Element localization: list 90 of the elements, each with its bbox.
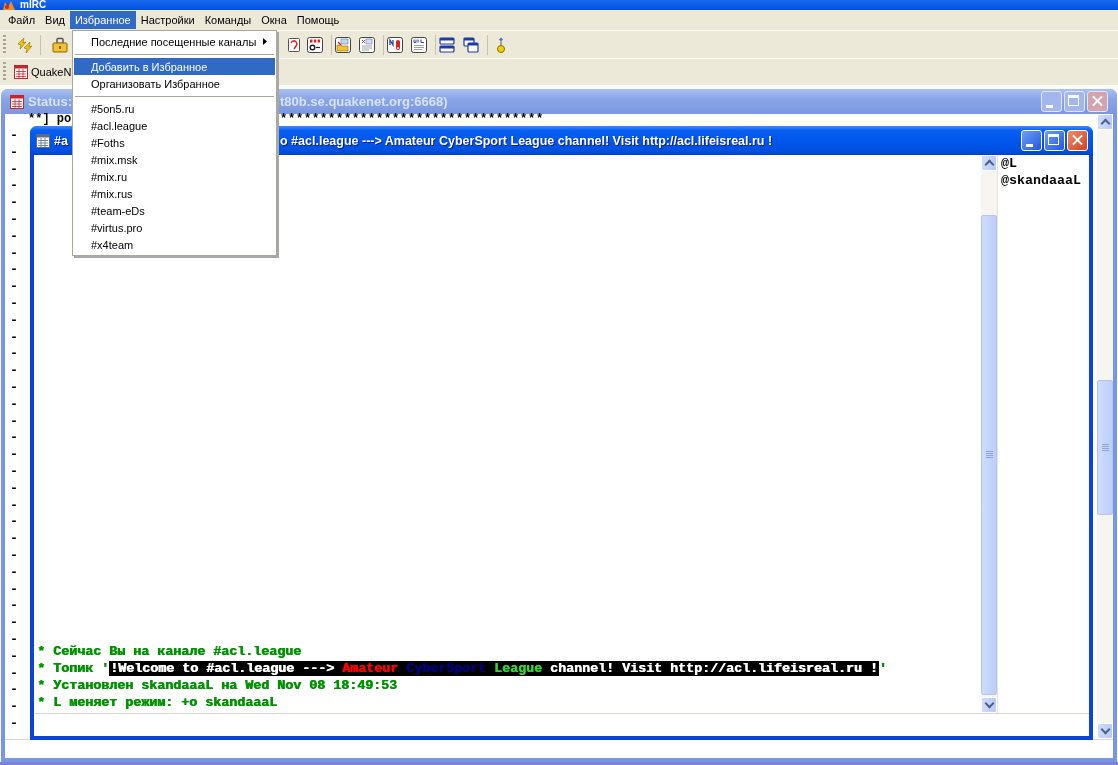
log-line: - — [10, 329, 18, 345]
menu-item[interactable]: Настройки — [135, 11, 200, 29]
menu-option[interactable]: #x4team — [74, 236, 275, 253]
cascade-icon[interactable] — [463, 36, 479, 53]
window-title: o #acl.league ---> Amateur CyberSport League channel! Visit http://acl.lifeisreal.ru ! — [280, 133, 773, 148]
message-line: * L меняет режим: +o skandaaaL — [37, 694, 277, 711]
message-line: * Сейчас Вы на канале #acl.league — [37, 643, 301, 660]
menu-option[interactable]: Добавить в Избранное — [74, 58, 275, 75]
log-line: - — [10, 212, 18, 227]
menu-option[interactable]: Организовать Избранное — [74, 75, 275, 92]
window-title: Status: — [28, 94, 73, 109]
grid-icon — [14, 65, 28, 79]
log-line: - — [10, 396, 18, 412]
scroll-down-button[interactable] — [981, 697, 997, 713]
log-line: - — [10, 279, 18, 295]
log-line: - — [10, 648, 18, 664]
log-line: - — [10, 699, 18, 715]
disc-card-icon[interactable] — [307, 36, 323, 53]
log-line: - — [10, 312, 18, 328]
message-line: * Установлен skandaaaL на Wed Nov 08 18:49:53 — [37, 677, 397, 694]
alert-card-icon[interactable] — [387, 36, 403, 53]
log-line: - — [10, 379, 18, 395]
card-icon[interactable] — [288, 36, 300, 53]
menu-item[interactable]: Файл — [3, 11, 41, 29]
menu-option[interactable]: #virtus.pro — [74, 219, 275, 236]
log-line: - — [10, 547, 18, 563]
log-line: - — [10, 161, 18, 177]
menu-option[interactable]: #mix.msk — [74, 151, 275, 168]
log-line: - — [10, 363, 18, 379]
log-line: - — [10, 128, 18, 143]
log-line: - — [10, 295, 18, 311]
toolbar-grip[interactable] — [3, 34, 6, 55]
log-line: - — [10, 245, 18, 261]
log-line: - — [10, 480, 18, 496]
log-line: - — [10, 195, 18, 211]
window-tab[interactable]: QuakeN — [10, 61, 72, 83]
log-line: - — [10, 262, 18, 278]
window-title: t80b.se.quakenet.org:6668) — [280, 94, 448, 109]
nick-item[interactable]: @skandaaaL — [1001, 172, 1081, 189]
link-card-icon[interactable] — [411, 36, 427, 53]
log-line: - — [10, 497, 18, 513]
input-field[interactable] — [34, 713, 1089, 736]
log-line: - — [10, 413, 18, 429]
log-line: - — [10, 346, 18, 362]
log-line: - — [10, 715, 18, 731]
log-line: - — [10, 228, 18, 244]
log-line: - — [10, 598, 18, 614]
message-line: * Топик '!Welcome to #acl.league ---> Amateur CyberSport League channel! Visit http://acl.lifeisreal.ru !' — [37, 660, 887, 677]
scroll-up-button[interactable] — [981, 155, 997, 171]
submenu-arrow-icon — [263, 38, 267, 45]
menu-item[interactable]: Окна — [256, 11, 292, 29]
grid-icon — [36, 133, 50, 148]
menu-item[interactable]: Избранное — [69, 11, 136, 29]
menu-option[interactable]: #Foths — [74, 134, 275, 151]
log-line: - — [10, 178, 18, 194]
log-line: - — [10, 631, 18, 647]
menu-option[interactable]: #acl.league — [74, 117, 275, 134]
nick-item[interactable]: @L — [1001, 155, 1017, 172]
menu-option[interactable]: #team-eDs — [74, 202, 275, 219]
log-line: - — [10, 615, 18, 631]
toolbar-grip[interactable] — [3, 62, 6, 82]
log-line: - — [10, 144, 18, 160]
tile-icon[interactable] — [439, 36, 455, 53]
log-line: **] ро — [28, 112, 72, 126]
menu-option[interactable]: #mix.rus — [74, 185, 275, 202]
menu-option[interactable]: #mix.ru — [74, 168, 275, 185]
menu-item[interactable]: Команды — [199, 11, 257, 29]
folder-card-icon[interactable] — [335, 36, 351, 53]
window-title: mIRC — [20, 0, 47, 10]
log-line: - — [10, 564, 18, 580]
menu-option[interactable]: #5on5.ru — [74, 100, 275, 117]
menu-item[interactable]: Помощь — [291, 11, 345, 29]
grid-icon — [10, 94, 24, 109]
app-icon — [2, 0, 16, 10]
padlock-icon[interactable] — [52, 36, 68, 53]
log-line: - — [10, 463, 18, 479]
menu-option[interactable]: Последние посещенные каналы — [74, 33, 275, 50]
lightning-icon[interactable] — [17, 36, 33, 53]
menu-item[interactable]: Вид — [40, 11, 70, 29]
log-line: - — [10, 682, 18, 698]
log-line: - — [10, 531, 18, 547]
window-title: #a — [54, 133, 68, 148]
log-line: ********************************* — [280, 114, 545, 125]
log-line: - — [10, 665, 18, 681]
list-card-icon[interactable] — [359, 36, 375, 53]
log-line: - — [10, 430, 18, 446]
log-line: - — [10, 581, 18, 597]
log-line: - — [10, 447, 18, 463]
log-line: - — [10, 514, 18, 530]
figure-icon[interactable] — [495, 36, 507, 53]
